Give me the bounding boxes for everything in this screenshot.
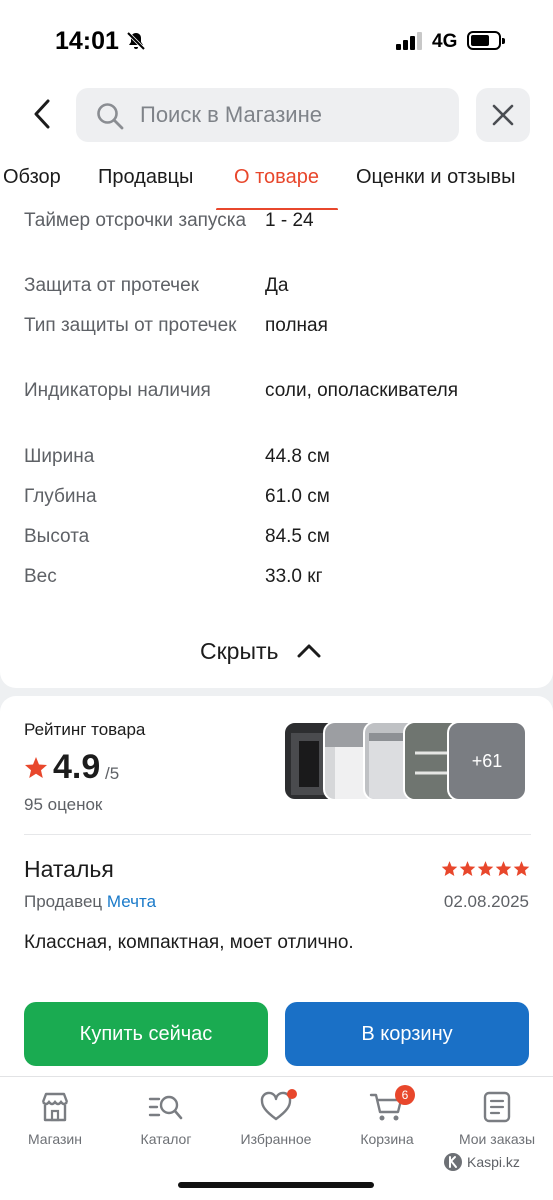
store-icon: [41, 1092, 69, 1122]
spec-value: 33.0 кг: [265, 566, 323, 587]
search-bar[interactable]: [76, 88, 459, 142]
kaspi-logo-icon: [444, 1153, 462, 1171]
hide-specs-button[interactable]: Скрыть: [200, 634, 321, 668]
tab-reviews[interactable]: Оценки и отзывы: [356, 166, 516, 189]
notification-dot: [287, 1089, 297, 1099]
spec-value: 1 - 24: [265, 210, 314, 231]
product-tabs: Обзор Продавцы О товаре Оценки и отзывы: [0, 160, 553, 210]
review-author: Наталья: [24, 856, 114, 882]
chevron-left-icon: [34, 99, 50, 129]
nav-catalog[interactable]: Каталог: [116, 1089, 216, 1147]
spec-name: Индикаторы наличия: [24, 380, 211, 401]
rating-count: 95 оценок: [24, 795, 103, 814]
rating-value: 4.9: [53, 748, 101, 786]
header: Обзор Продавцы О товаре Оценки и отзывы: [0, 80, 553, 211]
nav-cart[interactable]: 6 Корзина: [337, 1085, 437, 1147]
nav-orders[interactable]: Мои заказы: [447, 1089, 547, 1147]
seller-link[interactable]: Мечта: [107, 892, 156, 911]
tab-sellers[interactable]: Продавцы: [98, 166, 193, 189]
nav-cart-label: Корзина: [360, 1131, 414, 1147]
battery-icon: [467, 31, 505, 50]
rating-title: Рейтинг товара: [24, 720, 146, 739]
nav-favorites[interactable]: Избранное: [226, 1089, 326, 1147]
nav-favorites-label: Избранное: [240, 1131, 312, 1147]
nav-catalog-label: Каталог: [140, 1131, 192, 1147]
spec-value: 44.8 см: [265, 446, 330, 467]
spec-name: Тип защиты от протечек: [24, 315, 237, 336]
review-photos: +61: [283, 721, 529, 801]
review-text: Классная, компактная, моет отлично.: [24, 932, 354, 953]
spec-value: соли, ополаскивателя: [265, 380, 459, 401]
divider: [24, 834, 531, 835]
star-icon: [459, 861, 476, 876]
spec-name: Глубина: [24, 486, 97, 507]
rating-max: /5: [105, 764, 120, 783]
bell-muted-icon: [125, 30, 147, 57]
specifications-section: Таймер отсрочки запуска 1 - 24 Защита от…: [0, 210, 553, 688]
spec-name: Защита от протечек: [24, 275, 199, 296]
chevron-up-icon: [297, 644, 321, 658]
close-search-button[interactable]: [476, 88, 530, 142]
rating-section: Рейтинг товара 4.9 /5 95 оценок +61 Ната…: [0, 696, 553, 1076]
star-icon: [495, 861, 512, 876]
spec-name: Таймер отсрочки запуска: [24, 210, 247, 231]
cell-signal-icon: [396, 32, 424, 50]
buy-now-button[interactable]: Купить сейчас: [24, 1002, 268, 1066]
status-time: 14:01: [55, 27, 119, 55]
search-icon: [97, 103, 124, 130]
status-bar: 14:01 4G: [0, 0, 553, 80]
back-button[interactable]: [22, 92, 62, 136]
seller-label: Продавец: [24, 892, 103, 911]
network-type: 4G: [432, 31, 458, 52]
star-icon: [25, 757, 47, 778]
star-icon: [513, 861, 530, 876]
add-to-cart-button[interactable]: В корзину: [285, 1002, 529, 1066]
catalog-search-icon: [148, 1095, 183, 1120]
close-icon: [492, 104, 514, 126]
cart-count-badge: 6: [395, 1085, 415, 1105]
nav-shop[interactable]: Магазин: [5, 1089, 105, 1147]
hide-label: Скрыть: [200, 637, 279, 664]
tab-about-product[interactable]: О товаре: [234, 166, 319, 189]
tab-overview[interactable]: Обзор: [3, 166, 61, 189]
spec-value: полная: [265, 315, 328, 336]
review-seller: Продавец Мечта: [24, 892, 156, 912]
spec-value: 84.5 см: [265, 526, 330, 547]
spec-name: Вес: [24, 566, 57, 587]
spec-value: 61.0 см: [265, 486, 330, 507]
review-stars: [441, 860, 530, 877]
search-input[interactable]: [140, 88, 440, 142]
star-icon: [441, 861, 458, 876]
watermark-text: Kaspi.kz: [467, 1154, 520, 1170]
home-indicator: [178, 1182, 374, 1188]
review-date: 02.08.2025: [443, 892, 529, 911]
star-icon: [477, 861, 494, 876]
more-photos-button[interactable]: +61: [447, 721, 527, 801]
orders-document-icon: [483, 1091, 511, 1123]
spec-name: Высота: [24, 526, 90, 547]
nav-orders-label: Мои заказы: [458, 1131, 536, 1147]
spec-value: Да: [265, 275, 289, 296]
spec-name: Ширина: [24, 446, 95, 467]
watermark: Kaspi.kz: [443, 1152, 520, 1172]
nav-shop-label: Магазин: [27, 1131, 82, 1147]
